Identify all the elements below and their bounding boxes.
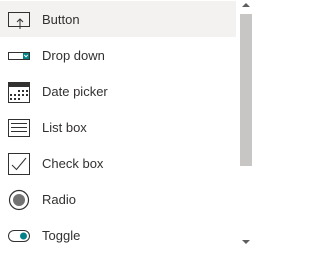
dropdown-icon bbox=[7, 44, 31, 68]
control-list: Button Drop down Date picker List box Ch… bbox=[0, 0, 236, 254]
list-item-button[interactable]: Button bbox=[0, 1, 236, 37]
vertical-scrollbar[interactable] bbox=[237, 0, 255, 254]
radio-icon bbox=[7, 188, 31, 212]
list-item-label: Button bbox=[42, 12, 80, 27]
list-item-drop-down[interactable]: Drop down bbox=[0, 37, 236, 73]
button-icon bbox=[7, 8, 31, 32]
list-item-toggle[interactable]: Toggle bbox=[0, 217, 236, 253]
scroll-up-arrow-icon[interactable] bbox=[237, 2, 255, 14]
toggle-icon bbox=[7, 224, 31, 248]
list-item-label: Drop down bbox=[42, 48, 105, 63]
list-item-list-box[interactable]: List box bbox=[0, 109, 236, 145]
list-item-radio[interactable]: Radio bbox=[0, 181, 236, 217]
list-item-label: Date picker bbox=[42, 84, 108, 99]
scrollbar-track[interactable] bbox=[240, 14, 252, 238]
date-picker-icon bbox=[7, 80, 31, 104]
control-picker-panel: Button Drop down Date picker List box Ch… bbox=[0, 0, 255, 254]
list-item-label: Check box bbox=[42, 156, 104, 171]
scroll-down-arrow-icon[interactable] bbox=[237, 239, 255, 251]
list-item-date-picker[interactable]: Date picker bbox=[0, 73, 236, 109]
check-box-icon bbox=[7, 152, 31, 176]
scrollbar-thumb[interactable] bbox=[240, 14, 252, 166]
list-item-label: Radio bbox=[42, 192, 76, 207]
list-item-label: Toggle bbox=[42, 228, 81, 243]
list-item-check-box[interactable]: Check box bbox=[0, 145, 236, 181]
list-box-icon bbox=[7, 116, 31, 140]
list-item-label: List box bbox=[42, 120, 87, 135]
